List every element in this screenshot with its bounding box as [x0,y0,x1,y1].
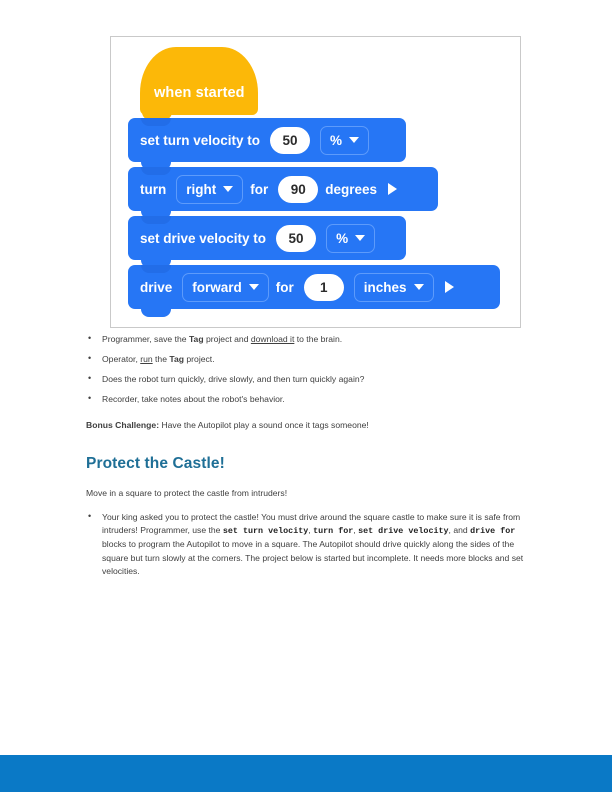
download-link[interactable]: download it [251,334,294,344]
block-unit-label: % [330,132,343,148]
code-term: set drive velocity [358,526,449,537]
block-direction-dropdown[interactable]: right [176,174,244,204]
hat-block-when-started[interactable]: when started [140,47,258,115]
bold-term: Tag [169,354,185,364]
block-set-drive-velocity[interactable]: set drive velocity to 50 % [128,216,406,268]
block-for-label: for [250,181,269,197]
bullet-text-part: project and [203,334,251,344]
bonus-challenge-label: Bonus Challenge: [86,420,160,430]
run-link[interactable]: run [140,354,152,364]
chevron-down-icon [248,284,259,290]
bullet-text-part: Does the robot turn quickly, drive slowl… [102,374,365,384]
block-program-image: when started set turn velocity to 50 % t… [110,36,521,328]
block-unit-label: % [336,230,349,246]
play-icon[interactable] [388,183,398,195]
block-label: set turn velocity to [140,132,261,148]
chevron-down-icon [413,284,424,290]
page-canvas: when started set turn velocity to 50 % t… [0,0,612,792]
code-term: set turn velocity [222,526,309,537]
block-unit-dropdown[interactable]: inches [353,272,434,302]
code-term: drive for [470,526,516,537]
bullet-text-part: Programmer, save the [102,334,189,344]
list-item: Recorder, take notes about the robot's b… [86,392,538,405]
block-direction-dropdown[interactable]: forward [182,272,269,302]
block-notch-top [141,167,171,175]
block-label: drive [140,279,173,295]
bold-term: Tag [188,334,204,344]
block-value-input[interactable]: 50 [276,224,317,252]
block-unit-dropdown[interactable]: % [320,125,370,155]
block-direction-label: right [186,181,217,197]
chevron-down-icon [355,235,366,241]
paragraph-part: blocks to program the Autopilot to move … [102,539,524,576]
block-unit-label: degrees [325,181,378,197]
page-title: Protect the Castle! [86,455,225,472]
bullet-text-part: Operator, [102,354,141,364]
paragraph-part: , and [448,525,471,536]
chevron-down-icon [223,186,234,192]
list-item: Does the robot turn quickly, drive slowl… [86,372,538,385]
block-unit-label: inches [363,279,407,295]
hat-block-label: when started [154,85,245,101]
block-label: set drive velocity to [140,230,267,246]
bonus-challenge-text: Have the Autopilot play a sound once it … [159,420,369,430]
block-set-turn-velocity[interactable]: set turn velocity to 50 % [128,118,406,170]
chevron-down-icon [349,137,360,143]
block-value-input[interactable]: 90 [278,175,319,203]
block-notch-top [141,265,171,273]
footer-bar [0,755,612,792]
block-notch-top [141,118,171,126]
code-term: turn for [313,526,354,537]
block-direction-label: forward [192,279,242,295]
play-icon[interactable] [444,281,454,293]
block-turn[interactable]: turn right for 90 degrees [128,167,438,219]
document-content: Programmer, save the Tag project and dow… [86,332,538,578]
section-lede: Move in a square to protect the castle f… [86,488,288,498]
bullet-text-part: the [152,354,170,364]
task-bullet-list: Programmer, save the Tag project and dow… [86,332,538,405]
block-drive[interactable]: drive forward for 1 inches [128,265,500,317]
block-label: turn [140,181,167,197]
list-item: Programmer, save the Tag project and dow… [86,332,538,345]
bonus-challenge: Bonus Challenge: Have the Autopilot play… [86,419,538,431]
bullet-text-part: Recorder, take notes about the robot's b… [102,394,285,404]
list-item: Your king asked you to protect the castl… [86,510,538,578]
block-notch-top [141,216,171,224]
block-notch-bottom [141,309,171,317]
list-item: Operator, run the Tag project. [86,352,538,365]
block-value-input[interactable]: 1 [303,273,344,301]
bullet-text-part: to the brain. [294,334,343,344]
block-for-label: for [275,279,294,295]
block-value-input[interactable]: 50 [270,126,311,154]
block-unit-dropdown[interactable]: % [326,223,376,253]
bullet-text-part: project. [184,354,215,364]
castle-bullet-list: Your king asked you to protect the castl… [86,510,538,578]
